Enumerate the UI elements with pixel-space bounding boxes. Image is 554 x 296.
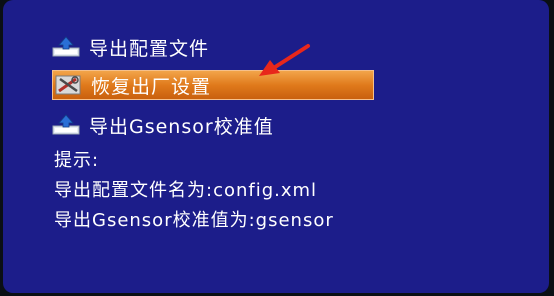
menu-item-factory-reset[interactable]: 恢复出厂设置 — [52, 70, 374, 100]
info-heading: 提示: — [54, 150, 100, 171]
factory-reset-tools-icon — [53, 74, 83, 96]
info-config-filename: 导出配置文件名为:config.xml — [54, 180, 318, 201]
menu-item-label: 导出配置文件 — [89, 37, 210, 60]
menu-item-export-gsensor[interactable]: 导出Gsensor校准值 — [51, 111, 274, 139]
info-gsensor-filename: 导出Gsensor校准值为:gsensor — [54, 210, 334, 231]
device-settings-screen: 导出配置文件 恢复出厂设置 导出Gsensor校准值 提示: 导出配置文件名为:… — [3, 0, 549, 293]
export-disk-icon — [51, 114, 81, 136]
menu-item-export-config[interactable]: 导出配置文件 — [51, 33, 209, 61]
export-disk-icon — [51, 36, 81, 58]
menu-item-label: 导出Gsensor校准值 — [89, 115, 274, 138]
menu-item-label: 恢复出厂设置 — [91, 75, 212, 98]
